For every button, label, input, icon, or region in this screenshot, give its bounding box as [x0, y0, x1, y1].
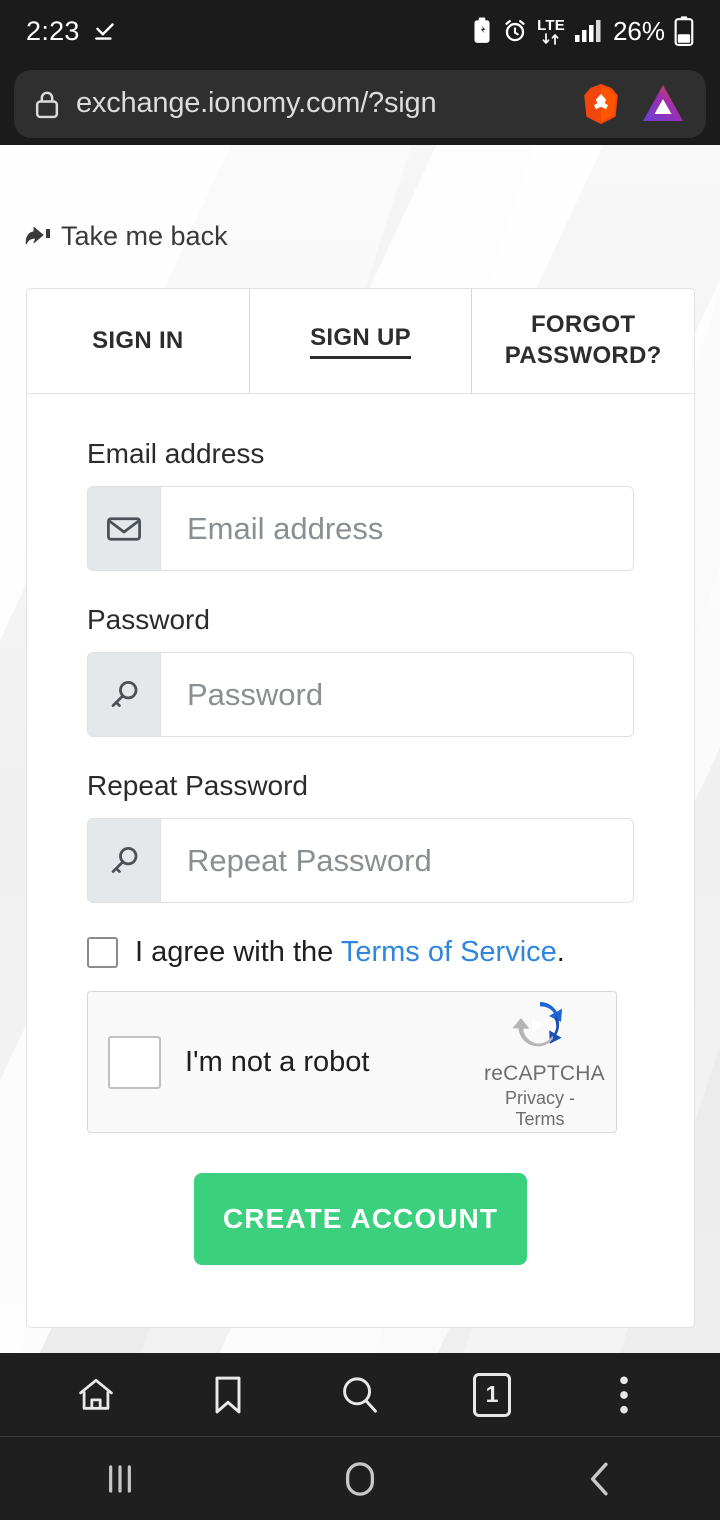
password-field-label: Password [87, 604, 210, 635]
tab-sign-up[interactable]: SIGN UP [248, 289, 472, 393]
back-nav-button[interactable] [550, 1444, 650, 1514]
phone-screen: 2:23 LTE 26% exchange.ionomy.com/?sign T… [0, 0, 720, 1520]
reply-arrow-icon [25, 226, 50, 244]
recents-button[interactable] [70, 1444, 170, 1514]
submit-row: CREATE ACCOUNT [87, 1173, 634, 1265]
password-input-placeholder[interactable]: Password [161, 653, 633, 736]
browser-toolbar: 1 [0, 1353, 720, 1437]
email-field-label: Email address [87, 438, 265, 469]
back-chevron-icon [590, 1462, 608, 1495]
bookmark-icon [215, 1376, 241, 1413]
bookmark-button[interactable] [191, 1358, 265, 1432]
take-me-back-link[interactable]: Take me back [24, 221, 228, 252]
alarm-icon [505, 20, 525, 42]
terms-agreement-row: I agree with the Terms of Service. [87, 936, 634, 969]
tab-sign-in-label: SIGN IN [92, 326, 184, 354]
browser-menu-button[interactable] [587, 1358, 661, 1432]
password-input-group[interactable]: Password [87, 652, 634, 737]
terms-agreement-text: I agree with the Terms of Service. [135, 936, 565, 969]
key-icon [88, 653, 161, 736]
email-input-group[interactable]: Email address [87, 486, 634, 571]
padlock-icon [35, 91, 59, 118]
home-nav-button[interactable] [310, 1444, 410, 1514]
url-bar-container: exchange.ionomy.com/?sign [0, 62, 720, 145]
search-icon [343, 1376, 377, 1413]
envelope-icon [88, 487, 161, 570]
sign-up-form: Email address Email address Password Pas… [27, 394, 694, 1327]
repeat-password-input-placeholder[interactable]: Repeat Password [161, 819, 633, 902]
home-icon [79, 1378, 113, 1410]
repeat-password-field-label: Repeat Password [87, 770, 309, 801]
tab-forgot-password-label: FORGOT PASSWORD? [504, 311, 662, 369]
status-bar: 2:23 LTE 26% [0, 0, 720, 62]
battery-icon [674, 16, 694, 46]
search-button[interactable] [323, 1358, 397, 1432]
status-bar-right: LTE 26% [471, 16, 694, 47]
terms-agreement-checkbox[interactable] [87, 937, 118, 968]
create-account-button[interactable]: CREATE ACCOUNT [194, 1173, 527, 1265]
url-text: exchange.ionomy.com/?sign [76, 87, 437, 119]
battery-percent: 26% [612, 15, 665, 46]
tab-sign-up-label: SIGN UP [310, 323, 411, 360]
tab-sign-in[interactable]: SIGN IN [27, 289, 249, 393]
signal-bars-icon [574, 20, 601, 42]
tab-switcher-button[interactable]: 1 [455, 1358, 529, 1432]
recaptcha-brand-name: reCAPTCHA [484, 1062, 605, 1085]
recaptcha-branding: reCAPTCHA Privacy - Terms [484, 994, 605, 1130]
data-arrows-icon [542, 32, 559, 45]
auth-card: SIGN IN SIGN UP FORGOT PASSWORD? Email a… [26, 288, 695, 1328]
lte-data-icon: LTE [537, 18, 565, 45]
check-download-icon [94, 23, 114, 40]
recents-icon [109, 1464, 131, 1493]
home-circle-icon [345, 1461, 375, 1496]
recaptcha-widget[interactable]: I'm not a robot reCAPTCHA Privacy - Term… [87, 991, 617, 1133]
terms-of-service-link[interactable]: Terms of Service [341, 936, 557, 968]
tab-forgot-password[interactable]: FORGOT PASSWORD? [471, 289, 694, 393]
url-bar[interactable]: exchange.ionomy.com/?sign [14, 69, 706, 138]
recaptcha-checkbox[interactable] [108, 1035, 161, 1089]
email-input-placeholder[interactable]: Email address [161, 487, 633, 570]
status-clock: 2:23 [26, 15, 80, 46]
battery-saver-icon [474, 17, 490, 43]
terms-agreement-suffix: . [556, 936, 565, 968]
more-vertical-icon [620, 1376, 628, 1413]
home-button[interactable] [59, 1358, 133, 1432]
bat-triangle-icon[interactable] [638, 80, 688, 128]
terms-agreement-prefix: I agree with the [135, 936, 341, 968]
brave-lion-icon[interactable] [578, 81, 624, 127]
android-nav-bar [0, 1437, 720, 1520]
take-me-back-label: Take me back [61, 221, 228, 251]
status-bar-left: 2:23 [26, 16, 118, 47]
key-icon [88, 819, 161, 902]
recaptcha-legal-links[interactable]: Privacy - Terms [484, 1088, 596, 1130]
auth-tabs: SIGN IN SIGN UP FORGOT PASSWORD? [27, 289, 694, 394]
web-page-viewport: Take me back SIGN IN SIGN UP FORGOT PASS… [0, 145, 720, 1353]
recaptcha-logo-icon [512, 1002, 563, 1047]
recaptcha-label: I'm not a robot [185, 1045, 370, 1078]
tab-count-badge: 1 [473, 1372, 511, 1417]
repeat-password-input-group[interactable]: Repeat Password [87, 818, 634, 903]
